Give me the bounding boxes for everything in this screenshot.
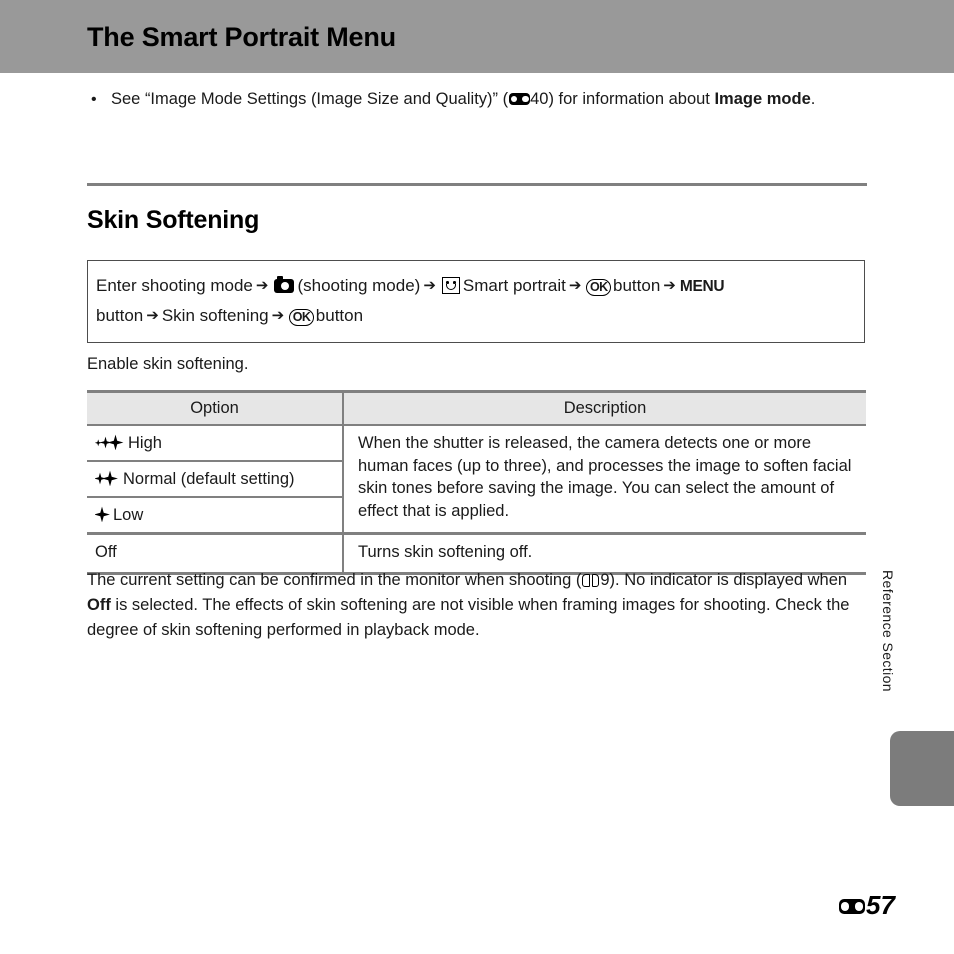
arrow-icon: ➔ bbox=[271, 306, 285, 324]
closing-text-2: ). No indicator is displayed when bbox=[609, 571, 848, 589]
smart-portrait-icon bbox=[441, 277, 460, 294]
bullet-text-before: See “Image Mode Settings (Image Size and… bbox=[111, 90, 509, 108]
bullet-bold-term: Image mode bbox=[714, 90, 811, 108]
ok-button-icon: OK bbox=[289, 309, 314, 326]
nav-text-button-2: button bbox=[96, 306, 144, 325]
sparkle-double-icon bbox=[95, 470, 120, 486]
arrow-icon: ➔ bbox=[423, 276, 436, 294]
bullet-text-mid: ) for information about bbox=[548, 90, 715, 108]
bullet-item-image-mode: • See “Image Mode Settings (Image Size an… bbox=[87, 87, 867, 112]
page-number: 57 bbox=[838, 890, 895, 921]
intro-sentence: Enable skin softening. bbox=[87, 355, 249, 373]
section-divider bbox=[87, 183, 867, 186]
nav-text-button-1: button bbox=[613, 276, 661, 295]
nav-text-shooting-mode-paren: (shooting mode) bbox=[297, 276, 421, 295]
navigation-path-line-2: button ➔ Skin softening ➔ OK button bbox=[96, 301, 856, 331]
option-label-off: Off bbox=[95, 543, 117, 561]
column-header-option: Option bbox=[87, 390, 343, 426]
option-label-high: High bbox=[128, 434, 162, 452]
bullet-marker: • bbox=[91, 91, 97, 108]
side-section-label: Reference Section bbox=[880, 570, 896, 692]
option-cell-normal: Normal (default setting) bbox=[87, 461, 343, 498]
table-body: High When the shutter is released, the c… bbox=[87, 425, 866, 575]
option-cell-low: Low bbox=[87, 497, 343, 535]
sparkle-single-icon bbox=[95, 506, 110, 522]
closing-ref-page: 9 bbox=[600, 571, 610, 589]
nav-text-skin-softening: Skin softening bbox=[161, 306, 269, 325]
camera-icon bbox=[274, 276, 295, 293]
section-heading: Skin Softening bbox=[87, 206, 260, 234]
page-number-value: 57 bbox=[866, 890, 895, 920]
navigation-path-line-1: Enter shooting mode ➔ (shooting mode) ➔ Smar… bbox=[96, 271, 856, 301]
arrow-icon: ➔ bbox=[146, 306, 159, 324]
open-book-icon bbox=[582, 574, 600, 587]
column-header-description: Description bbox=[342, 390, 866, 426]
page-title: The Smart Portrait Menu bbox=[87, 22, 396, 52]
table-row: High When the shutter is released, the c… bbox=[87, 425, 866, 535]
navigation-path-box: Enter shooting mode ➔ (shooting mode) ➔ Smar… bbox=[87, 260, 865, 343]
nav-text-button-3: button bbox=[315, 306, 364, 325]
closing-bold-off: Off bbox=[87, 596, 111, 614]
option-label-low: Low bbox=[113, 506, 144, 524]
reference-section-icon bbox=[839, 899, 865, 914]
arrow-icon: ➔ bbox=[255, 276, 269, 294]
ok-button-icon: OK bbox=[586, 279, 612, 296]
bullet-text-after: . bbox=[810, 90, 816, 108]
menu-button-icon: MENU bbox=[679, 278, 725, 295]
option-label-normal: Normal (default setting) bbox=[123, 470, 295, 488]
side-section-tab bbox=[890, 731, 954, 806]
skin-softening-options-table: Option Description High When the shutter… bbox=[87, 390, 866, 575]
table-header-row: Option Description bbox=[87, 390, 866, 426]
sparkle-triple-icon bbox=[95, 434, 125, 450]
closing-text-3: is selected. The effects of skin softeni… bbox=[87, 596, 850, 639]
reference-section-icon bbox=[509, 93, 531, 105]
description-cell-levels: When the shutter is released, the camera… bbox=[342, 425, 866, 535]
bullet-list: • See “Image Mode Settings (Image Size an… bbox=[87, 87, 867, 112]
arrow-icon: ➔ bbox=[568, 276, 582, 294]
arrow-icon: ➔ bbox=[663, 276, 676, 294]
option-cell-high: High bbox=[87, 425, 343, 462]
closing-text-1: The current setting can be confirmed in … bbox=[87, 571, 582, 589]
nav-text-smart-portrait: Smart portrait bbox=[462, 276, 566, 295]
closing-paragraph: The current setting can be confirmed in … bbox=[87, 568, 859, 643]
nav-text-enter-shooting-mode: Enter shooting mode bbox=[96, 276, 253, 295]
bullet-ref-page: 40 bbox=[530, 90, 549, 108]
